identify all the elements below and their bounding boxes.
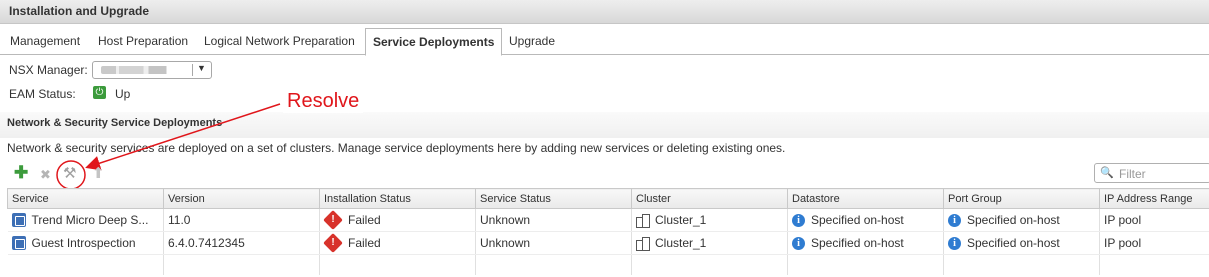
cluster-icon — [636, 236, 650, 251]
cluster-name: Cluster_1 — [655, 236, 707, 250]
tab-logical-network-preparation[interactable]: Logical Network Preparation — [198, 30, 361, 53]
column-header-port-group[interactable]: Port Group — [943, 188, 1100, 209]
datastore-value: Specified on-host — [811, 236, 904, 250]
section-header: Network & Security Service Deployments — [0, 112, 1209, 138]
failed-icon[interactable]: ! — [323, 210, 343, 230]
cluster-icon — [636, 213, 650, 228]
select-divider — [192, 64, 193, 76]
table-header-row: Service Version Installation Status Serv… — [7, 188, 1209, 209]
add-icon[interactable]: ✚ — [14, 164, 28, 181]
annotation-label: Resolve — [283, 90, 364, 113]
chevron-down-icon[interactable]: ▼ — [197, 63, 206, 73]
version-cell: 11.0 — [163, 208, 320, 232]
empty-row — [7, 254, 1209, 275]
column-header-service[interactable]: Service — [7, 188, 164, 209]
failed-icon[interactable]: ! — [323, 233, 343, 253]
service-name: Guest Introspection — [31, 236, 136, 250]
service-name: Trend Micro Deep S... — [31, 213, 149, 227]
power-up-icon: ⏻ — [93, 86, 106, 99]
window-titlebar: Installation and Upgrade — [0, 0, 1209, 24]
port-group-value: Specified on-host — [967, 213, 1060, 227]
column-header-ip-address-range[interactable]: IP Address Range — [1099, 188, 1209, 209]
table-row[interactable]: Guest Introspection 6.4.0.7412345 ! Faile… — [7, 231, 1209, 255]
version-cell: 6.4.0.7412345 — [163, 231, 320, 255]
service-status-cell: Unknown — [475, 231, 632, 255]
service-deployments-table: Service Version Installation Status Serv… — [7, 188, 1209, 275]
column-header-installation-status[interactable]: Installation Status — [319, 188, 476, 209]
nsx-manager-label: NSX Manager: — [9, 63, 88, 77]
port-group-value: Specified on-host — [967, 236, 1060, 250]
installation-status-link[interactable]: Failed — [348, 213, 381, 227]
service-icon — [11, 213, 26, 227]
filter-input[interactable]: 🔍 Filter — [1094, 163, 1209, 183]
cluster-name: Cluster_1 — [655, 213, 707, 227]
column-header-datastore[interactable]: Datastore — [787, 188, 944, 209]
tab-service-deployments[interactable]: Service Deployments — [365, 28, 503, 56]
tab-host-preparation[interactable]: Host Preparation — [92, 30, 194, 53]
service-status-cell: Unknown — [475, 208, 632, 232]
column-header-service-status[interactable]: Service Status — [475, 188, 632, 209]
tab-bar: Management Host Preparation Logical Netw… — [0, 28, 1209, 56]
nsx-manager-value-redacted — [101, 66, 183, 74]
resolve-icon[interactable]: ⚒ — [63, 166, 76, 181]
column-header-version[interactable]: Version — [163, 188, 320, 209]
info-icon: i — [948, 213, 961, 227]
filter-placeholder: Filter — [1119, 167, 1146, 181]
section-title: Network & Security Service Deployments — [7, 117, 223, 129]
window-title: Installation and Upgrade — [9, 4, 150, 18]
tab-upgrade[interactable]: Upgrade — [503, 30, 561, 53]
info-icon: i — [948, 236, 961, 250]
eam-status-value: Up — [115, 87, 131, 101]
service-icon — [11, 236, 26, 250]
info-icon: i — [792, 213, 805, 227]
nsx-manager-select[interactable]: ▼ — [92, 61, 212, 79]
info-icon: i — [792, 236, 805, 250]
ip-range-cell: IP pool — [1099, 208, 1209, 232]
upgrade-icon[interactable]: ⬆ — [92, 166, 105, 181]
section-description: Network & security services are deployed… — [7, 141, 786, 155]
ip-range-cell: IP pool — [1099, 231, 1209, 255]
eam-status-label: EAM Status: — [9, 87, 76, 101]
search-icon: 🔍 — [1100, 167, 1114, 179]
column-header-cluster[interactable]: Cluster — [631, 188, 788, 209]
table-row[interactable]: Trend Micro Deep S... 11.0 ! Failed Unkno… — [7, 208, 1209, 232]
installation-status-link[interactable]: Failed — [348, 236, 381, 250]
datastore-value: Specified on-host — [811, 213, 904, 227]
delete-icon[interactable]: ✖ — [40, 167, 51, 182]
tab-management[interactable]: Management — [4, 30, 86, 53]
